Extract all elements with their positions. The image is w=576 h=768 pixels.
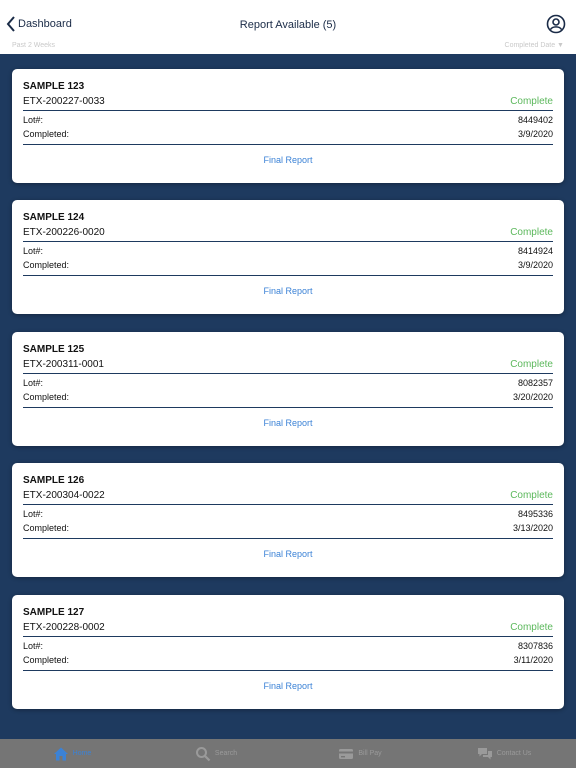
- sample-id: ETX-200226-0020: [23, 227, 105, 238]
- report-card[interactable]: SAMPLE 127 ETX-200228-0002 Complete Lot#…: [12, 595, 564, 709]
- tab-home[interactable]: Home: [0, 739, 144, 768]
- divider: [23, 636, 553, 637]
- lot-label: Lot#:: [23, 378, 44, 388]
- sample-name: SAMPLE 123: [23, 81, 85, 92]
- divider: [23, 373, 553, 374]
- divider: [23, 110, 553, 111]
- search-icon: [195, 746, 211, 761]
- tab-bill-pay[interactable]: Bill Pay: [288, 739, 432, 768]
- tab-bar: Home Search Bill Pay Contact Us: [0, 739, 576, 768]
- status-badge: Complete: [510, 227, 553, 238]
- lot-label: Lot#:: [23, 641, 44, 651]
- divider: [23, 241, 553, 242]
- completed-label: Completed:: [23, 392, 70, 402]
- report-list[interactable]: SAMPLE 123 ETX-200227-0033 Complete Lot#…: [0, 54, 576, 739]
- completed-label: Completed:: [23, 129, 70, 139]
- report-card[interactable]: SAMPLE 125 ETX-200311-0001 Complete Lot#…: [12, 332, 564, 446]
- credit-card-icon: [339, 748, 354, 759]
- sample-name: SAMPLE 126: [23, 475, 85, 486]
- sample-id: ETX-200227-0033: [23, 96, 105, 107]
- nav-header: Dashboard Report Available (5) Past 2 We…: [0, 0, 576, 54]
- lot-value: 8495336: [517, 509, 553, 519]
- completed-value: 3/11/2020: [513, 655, 553, 665]
- completed-label: Completed:: [23, 655, 70, 665]
- tab-label: Contact Us: [496, 750, 532, 757]
- sample-name: SAMPLE 125: [23, 344, 85, 355]
- lot-value: 8307836: [517, 641, 553, 651]
- lot-value: 8414924: [517, 246, 553, 256]
- page-title: Report Available (5): [239, 19, 337, 31]
- status-badge: Complete: [510, 359, 553, 370]
- sample-id: ETX-200311-0001: [23, 359, 104, 370]
- divider: [23, 275, 553, 276]
- lot-label: Lot#:: [23, 246, 44, 256]
- sample-id: ETX-200228-0002: [23, 622, 105, 633]
- completed-value: 3/9/2020: [517, 129, 553, 139]
- final-report-link[interactable]: Final Report: [12, 681, 564, 691]
- divider: [23, 144, 553, 145]
- completed-label: Completed:: [23, 260, 70, 270]
- status-badge: Complete: [510, 96, 553, 107]
- tab-contact-us[interactable]: Contact Us: [432, 739, 576, 768]
- chat-bubbles-icon: [477, 747, 492, 759]
- tab-label: Home: [72, 750, 92, 757]
- status-badge: Complete: [510, 622, 553, 633]
- final-report-link[interactable]: Final Report: [12, 155, 564, 165]
- divider: [23, 538, 553, 539]
- sample-id: ETX-200304-0022: [23, 490, 105, 501]
- final-report-link[interactable]: Final Report: [12, 418, 564, 428]
- report-card[interactable]: SAMPLE 126 ETX-200304-0022 Complete Lot#…: [12, 463, 564, 577]
- sample-name: SAMPLE 127: [23, 607, 85, 618]
- date-range-filter[interactable]: Past 2 Weeks: [12, 42, 55, 49]
- sample-name: SAMPLE 124: [23, 212, 85, 223]
- tab-label: Bill Pay: [358, 750, 382, 757]
- completed-label: Completed:: [23, 523, 70, 533]
- tab-search[interactable]: Search: [144, 739, 288, 768]
- home-icon: [53, 747, 68, 760]
- final-report-link[interactable]: Final Report: [12, 549, 564, 559]
- divider: [23, 407, 553, 408]
- lot-value: 8449402: [517, 115, 553, 125]
- lot-label: Lot#:: [23, 509, 44, 519]
- completed-value: 3/20/2020: [512, 392, 553, 402]
- divider: [23, 504, 553, 505]
- lot-value: 8082357: [517, 378, 553, 388]
- report-card[interactable]: SAMPLE 123 ETX-200227-0033 Complete Lot#…: [12, 69, 564, 183]
- sort-dropdown[interactable]: Completed Date ▼: [505, 42, 564, 49]
- completed-value: 3/13/2020: [512, 523, 553, 533]
- divider: [23, 670, 553, 671]
- lot-label: Lot#:: [23, 115, 44, 125]
- final-report-link[interactable]: Final Report: [12, 286, 564, 296]
- status-badge: Complete: [510, 490, 553, 501]
- account-icon[interactable]: [546, 14, 566, 34]
- completed-value: 3/9/2020: [517, 260, 553, 270]
- tab-label: Search: [214, 750, 238, 757]
- report-card[interactable]: SAMPLE 124 ETX-200226-0020 Complete Lot#…: [12, 200, 564, 314]
